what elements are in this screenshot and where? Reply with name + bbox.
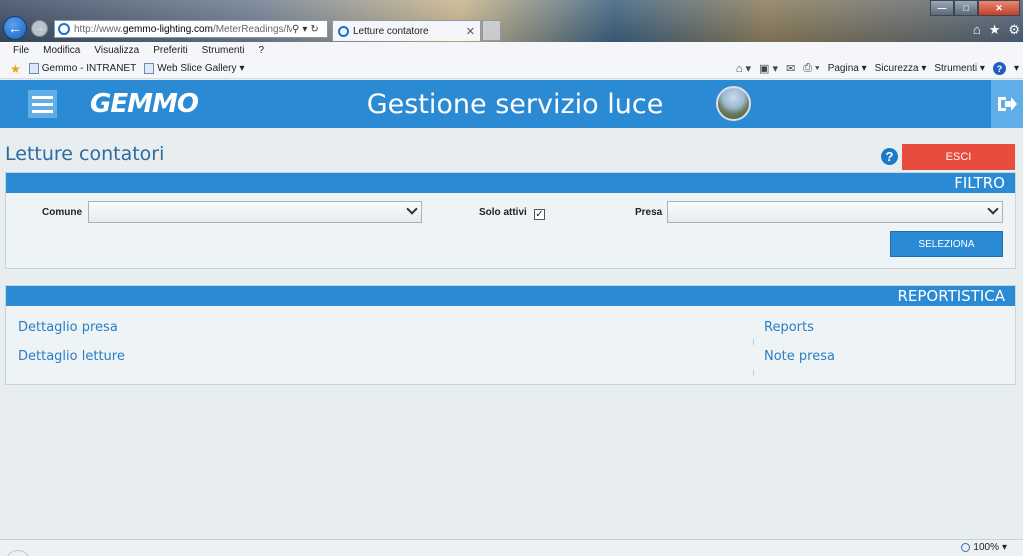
chevron-down-icon: ▾ — [1001, 542, 1007, 553]
page-icon — [28, 63, 39, 74]
print-icon[interactable]: ⎙ ▾ — [803, 62, 819, 75]
user-avatar[interactable] — [716, 86, 751, 121]
search-refresh-icons[interactable]: ⚲▾↻ — [292, 24, 322, 35]
report-panel: REPORTISTICA Dettaglio presa Dettaglio l… — [5, 285, 1016, 385]
menu-pagina[interactable]: Pagina ▾ — [828, 63, 867, 74]
add-favorite-star-icon[interactable]: ★ — [10, 62, 21, 76]
separator — [753, 370, 754, 376]
menu-bar: File Modifica Visualizza Preferiti Strum… — [0, 42, 1023, 59]
maximize-icon[interactable]: □ — [954, 0, 978, 16]
comune-label: Comune — [42, 207, 82, 218]
menu-file[interactable]: File — [13, 45, 29, 56]
link-reports[interactable]: Reports — [764, 320, 814, 335]
menu-strumenti-cmd[interactable]: Strumenti ▾ — [934, 63, 985, 74]
solo-attivi-checkbox[interactable]: ✓ — [534, 209, 545, 220]
page-icon — [144, 63, 155, 74]
favorites-star-icon[interactable]: ★ — [989, 22, 1001, 38]
comune-select[interactable] — [88, 201, 422, 223]
gemmo-logo: GEMMO — [90, 89, 199, 119]
menu-help[interactable]: ? — [258, 45, 264, 56]
help-icon[interactable]: ? — [881, 148, 898, 165]
report-panel-header: REPORTISTICA — [6, 286, 1015, 306]
forward-arrow-icon[interactable]: → — [31, 20, 48, 37]
address-bar[interactable]: http://www.gemmo-lighting.com/MeterReadi… — [54, 20, 328, 38]
favorites-bar: ★ Gemmo - INTRANET Web Slice Gallery ▾ ⌂… — [0, 59, 1023, 79]
tab-title: Letture contatore — [353, 25, 429, 37]
seleziona-button[interactable]: SELEZIONA — [890, 231, 1003, 257]
exit-button[interactable]: ESCI — [902, 144, 1015, 170]
menu-visualizza[interactable]: Visualizza — [94, 45, 139, 56]
separator — [753, 339, 754, 345]
minimize-icon[interactable]: — — [930, 0, 954, 16]
chevron-down-icon: ▾ — [1013, 63, 1019, 74]
menu-preferiti[interactable]: Preferiti — [153, 45, 187, 56]
ie-favicon-icon — [58, 23, 70, 35]
browser-status-bar: 100% ▾ — [0, 539, 1023, 556]
app-header: GEMMO Gestione servizio luce — [0, 80, 1023, 128]
window-controls: — □ ✕ — [930, 0, 1020, 16]
command-bar: ⌂ ▾ ▣ ▾ ✉ ⎙ ▾ Pagina ▾ Sicurezza ▾ Strum… — [736, 62, 1019, 75]
zoom-control[interactable]: 100% ▾ — [961, 542, 1007, 553]
ie-favicon-icon — [338, 25, 349, 37]
status-indicator — [5, 550, 31, 556]
tab-close-icon[interactable]: ✕ — [466, 25, 475, 38]
chevron-down-icon — [406, 203, 418, 215]
zoom-icon — [961, 543, 971, 552]
chevron-down-icon — [987, 203, 999, 215]
link-dettaglio-letture[interactable]: Dettaglio letture — [18, 349, 125, 364]
chevron-down-icon: ▾ — [239, 63, 245, 74]
link-note-presa[interactable]: Note presa — [764, 349, 835, 364]
filter-panel: FILTRO Comune Solo attivi ✓ Presa SELEZI… — [5, 172, 1016, 269]
favorite-web-slice-gallery[interactable]: Web Slice Gallery ▾ — [144, 63, 245, 74]
link-dettaglio-presa[interactable]: Dettaglio presa — [18, 320, 118, 335]
mail-icon[interactable]: ✉ — [786, 62, 795, 75]
hamburger-menu-icon[interactable] — [28, 90, 57, 118]
menu-strumenti[interactable]: Strumenti — [202, 45, 245, 56]
solo-attivi-label: Solo attivi — [479, 207, 527, 218]
new-tab-button[interactable] — [482, 20, 501, 41]
presa-select[interactable] — [667, 201, 1003, 223]
page-title: Letture contatori — [5, 143, 165, 165]
browser-toolbar-icons: ⌂ ★ ⚙ — [973, 22, 1020, 38]
help-circle-icon[interactable]: ? — [992, 62, 1006, 75]
presa-label: Presa — [635, 207, 663, 218]
logout-icon[interactable] — [991, 80, 1023, 128]
app-title: Gestione servizio luce — [366, 89, 664, 120]
favorite-gemmo-intranet[interactable]: Gemmo - INTRANET — [28, 63, 136, 74]
home-icon[interactable]: ⌂ — [973, 22, 981, 38]
home-icon[interactable]: ⌂ ▾ — [736, 62, 751, 75]
menu-modifica[interactable]: Modifica — [43, 45, 80, 56]
browser-tab[interactable]: Letture contatore ✕ — [332, 20, 481, 41]
url-text: http://www.gemmo-lighting.com/MeterReadi… — [74, 23, 292, 35]
menu-sicurezza[interactable]: Sicurezza ▾ — [875, 63, 927, 74]
feeds-icon[interactable]: ▣ ▾ — [759, 62, 778, 75]
filter-panel-header: FILTRO — [6, 173, 1015, 193]
settings-gear-icon[interactable]: ⚙ — [1008, 22, 1020, 38]
close-window-icon[interactable]: ✕ — [978, 0, 1020, 16]
back-arrow-icon[interactable]: ← — [3, 16, 27, 40]
